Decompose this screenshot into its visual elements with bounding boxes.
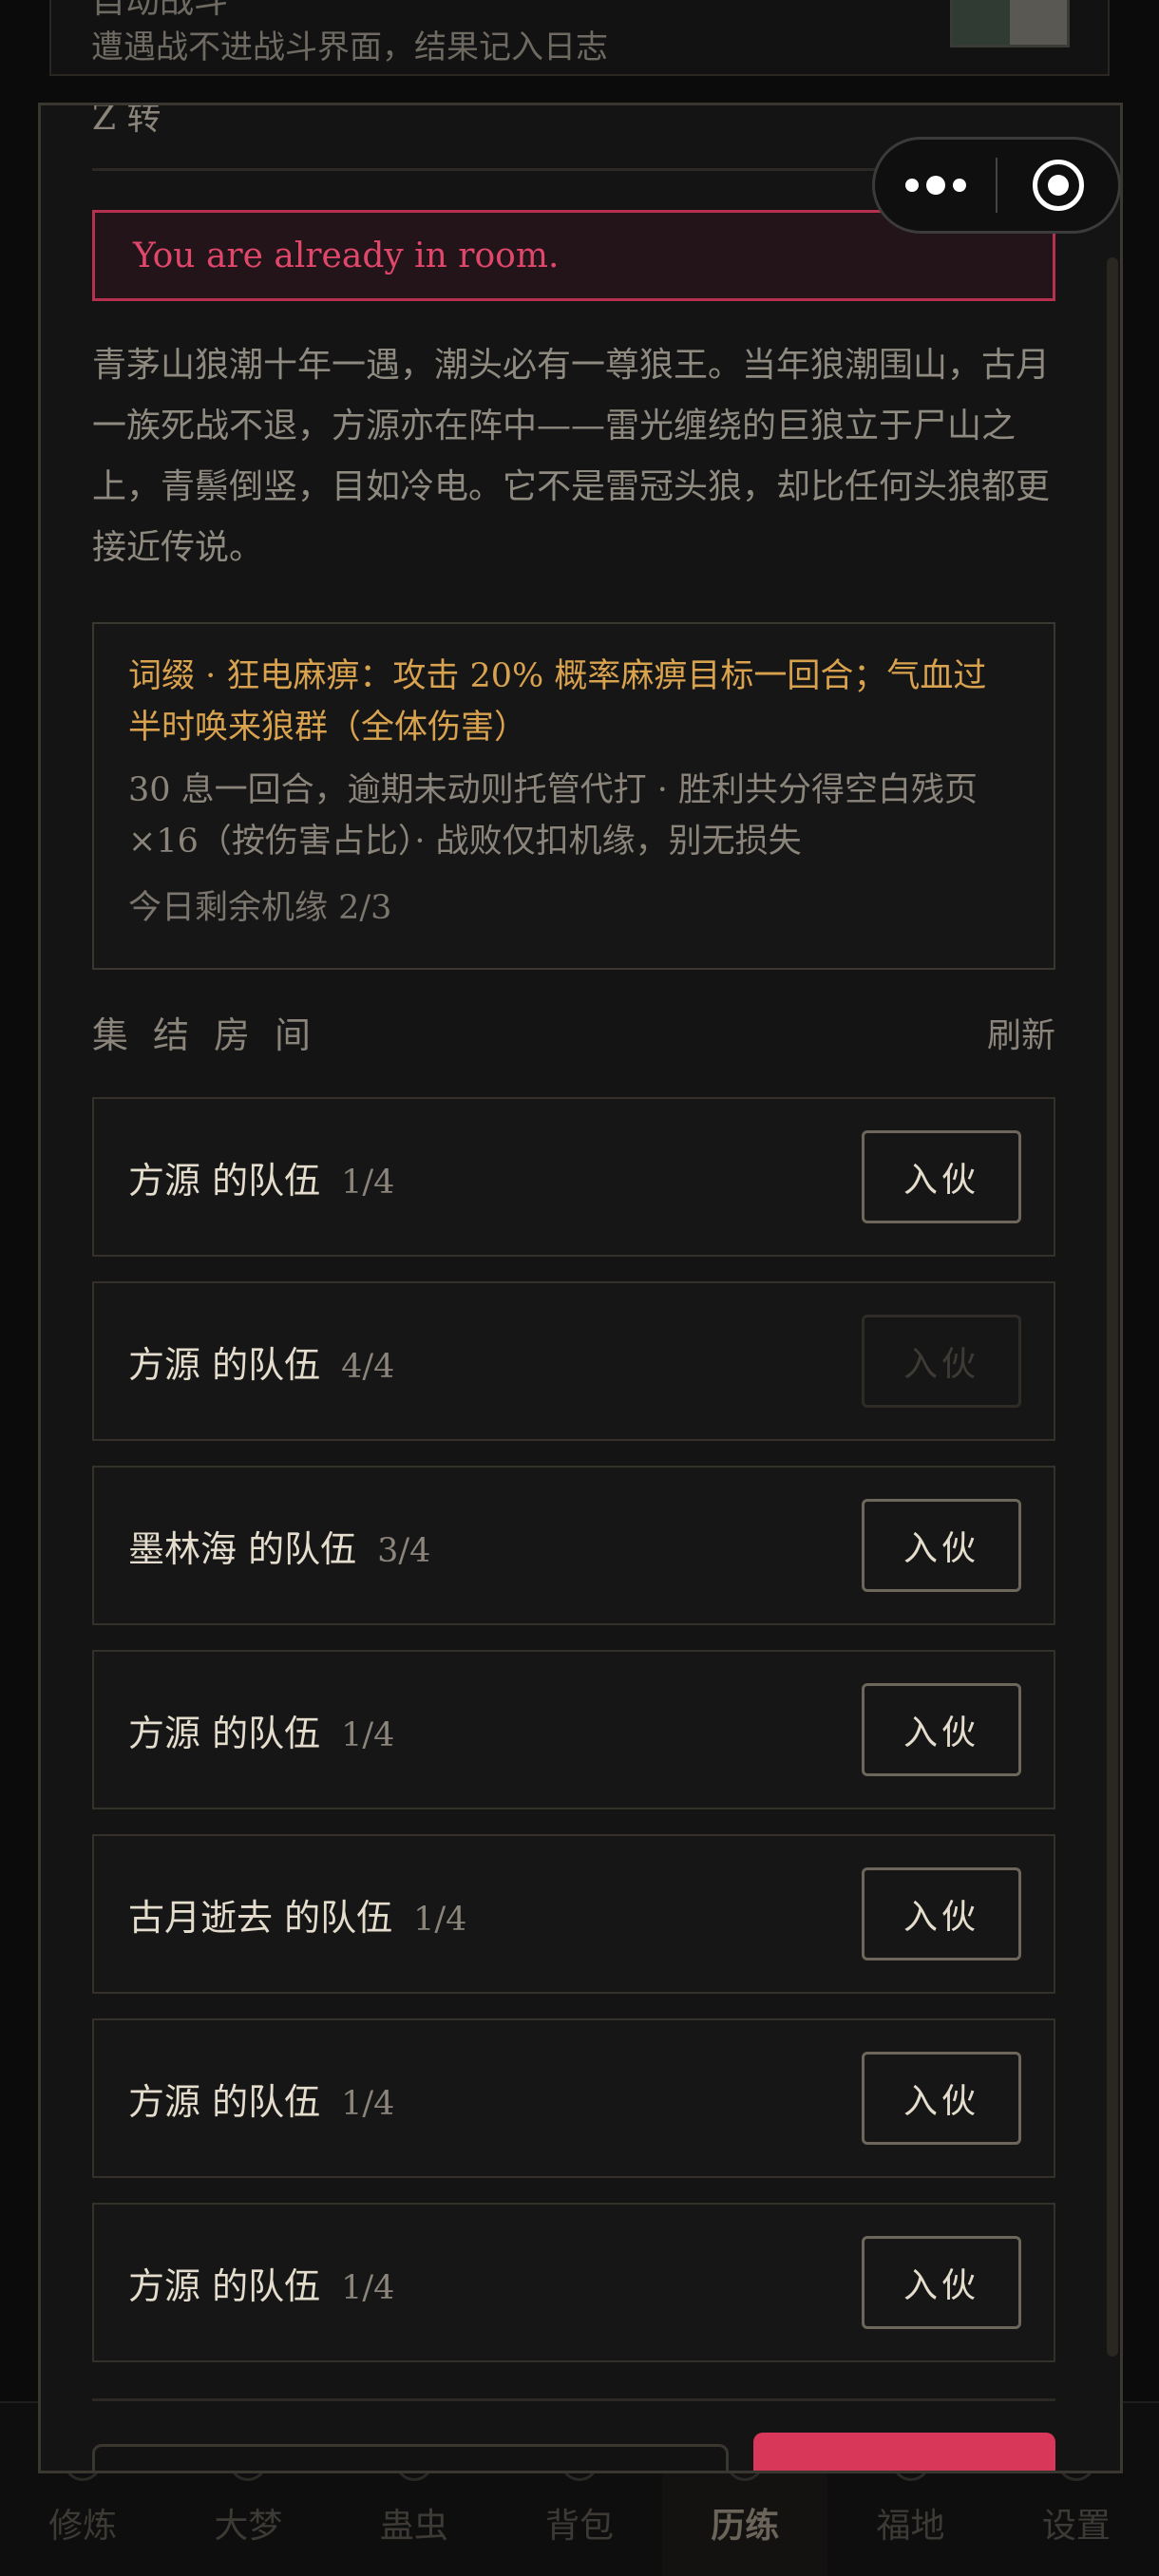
join-room-button: 入伙 <box>862 1315 1021 1408</box>
room-row: 古月逝去 的队伍 1/4 入伙 <box>92 1834 1055 1994</box>
boss-affix: 词缀 · 狂电麻痹：攻击 20% 概率麻痹目标一回合；气血过半时唤来狼群（全体伤… <box>128 657 987 747</box>
remaining-chances: 今日剩余机缘 2/3 <box>128 889 392 927</box>
background-card-subtitle: 遭遇战不进战斗界面，结果记入日志 <box>91 28 608 66</box>
divider <box>92 2398 1055 2401</box>
boss-description: 青茅山狼潮十年一遇，潮头必有一尊狼王。当年狼潮围山，古月一族死战不退，方源亦在阵… <box>92 346 1051 567</box>
room-member-count: 1/4 <box>341 1163 395 1202</box>
room-name: 方源 的队伍 <box>128 1159 321 1202</box>
room-name: 方源 的队伍 <box>128 1712 321 1754</box>
room-name: 方源 的队伍 <box>128 2080 321 2123</box>
room-member-count: 1/4 <box>341 2268 395 2307</box>
room-row: 方源 的队伍 1/4 入伙 <box>92 2018 1055 2178</box>
room-row: 墨林海 的队伍 3/4 入伙 <box>92 1466 1055 1625</box>
room-member-count: 1/4 <box>341 1715 395 1754</box>
boss-raid-modal: Z 转 You are already in room. 青茅山狼潮十年一遇，潮… <box>38 103 1123 2473</box>
room-info: 方源 的队伍 1/4 <box>128 2073 394 2125</box>
room-info: 方源 的队伍 1/4 <box>128 1151 394 1203</box>
rooms-header: 集结房间 刷新 <box>92 1006 1055 1058</box>
room-info: 方源 的队伍 1/4 <box>128 2257 394 2309</box>
room-info: 墨林海 的队伍 3/4 <box>128 1520 430 1572</box>
room-member-count: 1/4 <box>341 2084 395 2123</box>
room-list: 方源 的队伍 1/4 入伙 方源 的队伍 4/4 入伙 墨林海 的队伍 3/4 入伙 方源 的队伍… <box>92 1097 1055 2387</box>
refresh-button[interactable]: 刷新 <box>987 1008 1055 1057</box>
more-options-icon[interactable] <box>875 176 996 195</box>
room-member-count: 1/4 <box>413 1900 467 1939</box>
room-code-input[interactable] <box>92 2444 729 2471</box>
room-member-count: 3/4 <box>377 1531 431 1570</box>
room-info: 方源 的队伍 4/4 <box>128 1335 394 1388</box>
join-room-button[interactable]: 入伙 <box>862 1499 1021 1592</box>
join-room-button[interactable]: 入伙 <box>862 1683 1021 1776</box>
room-row: 方源 的队伍 1/4 入伙 <box>92 1650 1055 1809</box>
room-row: 方源 的队伍 1/4 入伙 <box>92 1097 1055 1257</box>
room-row: 方源 的队伍 4/4 入伙 <box>92 1281 1055 1441</box>
join-room-button[interactable]: 入伙 <box>862 1130 1021 1223</box>
close-mini-program-icon[interactable] <box>998 160 1118 211</box>
room-member-count: 4/4 <box>341 1347 395 1386</box>
room-info: 古月逝去 的队伍 1/4 <box>128 1888 466 1941</box>
join-room-button[interactable]: 入伙 <box>862 2236 1021 2329</box>
scrollbar[interactable] <box>1107 257 1118 2357</box>
background-toggle-icon <box>950 0 1070 47</box>
room-name: 古月逝去 的队伍 <box>128 1896 393 1939</box>
raid-rules: 30 息一回合，逾期未动则托管代打 · 胜利共分得空白残页 ×16（按伤害占比）… <box>128 771 978 861</box>
error-alert-text: You are already in room. <box>133 236 560 275</box>
create-room-button[interactable] <box>753 2433 1055 2471</box>
join-room-button[interactable]: 入伙 <box>862 2052 1021 2145</box>
join-room-button[interactable]: 入伙 <box>862 1867 1021 1960</box>
room-name: 墨林海 的队伍 <box>128 1527 357 1570</box>
rooms-title: 集结房间 <box>92 1014 336 1056</box>
room-name: 方源 的队伍 <box>128 1343 321 1386</box>
raid-info-box: 词缀 · 狂电麻痹：攻击 20% 概率麻痹目标一回合；气血过半时唤来狼群（全体伤… <box>92 622 1055 970</box>
mini-program-capsule <box>872 137 1121 234</box>
background-card-title: 自动战斗 <box>91 0 229 21</box>
room-row: 方源 的队伍 1/4 入伙 <box>92 2203 1055 2362</box>
previous-line: Z 转 <box>92 103 162 138</box>
room-info: 方源 的队伍 1/4 <box>128 1704 394 1756</box>
room-name: 方源 的队伍 <box>128 2264 321 2307</box>
